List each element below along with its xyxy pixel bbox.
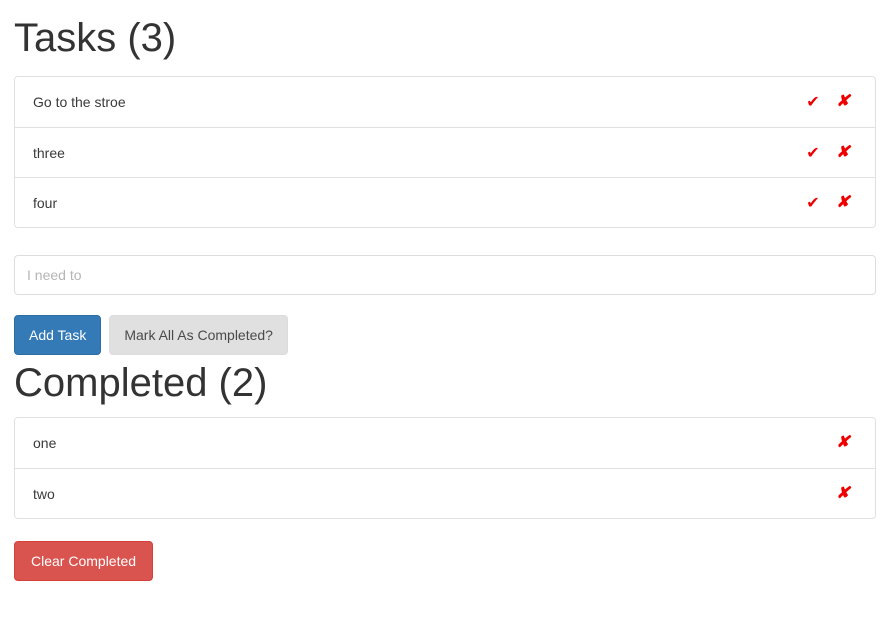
check-icon[interactable]: ✔ [805, 92, 821, 112]
clear-completed-button[interactable]: Clear Completed [14, 541, 154, 581]
tasks-list: Go to the stroe ✔ ✘ three ✔ ✘ four ✔ ✘ [14, 76, 876, 228]
x-icon[interactable]: ✘ [835, 193, 851, 213]
completed-label: two [33, 486, 55, 501]
task-actions: ✔ ✘ [805, 92, 861, 112]
new-task-input[interactable] [14, 255, 876, 295]
task-row[interactable]: four ✔ ✘ [15, 177, 875, 227]
task-label: four [33, 195, 58, 210]
completed-row[interactable]: two ✘ [15, 468, 875, 518]
check-icon[interactable]: ✔ [805, 143, 821, 163]
task-row[interactable]: Go to the stroe ✔ ✘ [15, 77, 875, 127]
add-task-button[interactable]: Add Task [14, 315, 102, 355]
completed-actions: ✘ [835, 484, 861, 504]
x-icon[interactable]: ✘ [835, 92, 851, 112]
completed-title: Completed (2) [14, 361, 268, 405]
form-button-row: Add Task Mark All As Completed? [14, 315, 876, 355]
completed-list: one ✘ two ✘ [14, 417, 876, 519]
completed-label: one [33, 436, 57, 450]
page-title: Tasks (3) [14, 16, 177, 60]
task-label: three [33, 145, 65, 160]
check-icon[interactable]: ✔ [805, 193, 821, 213]
completed-row[interactable]: one ✘ [15, 418, 875, 468]
task-actions: ✔ ✘ [805, 143, 861, 163]
completed-actions: ✘ [835, 433, 861, 453]
x-icon[interactable]: ✘ [835, 143, 851, 163]
task-actions: ✔ ✘ [805, 193, 861, 213]
task-label: Go to the stroe [33, 95, 126, 109]
todo-app: Tasks (3) Go to the stroe ✔ ✘ three ✔ ✘ … [0, 0, 890, 636]
x-icon[interactable]: ✘ [835, 433, 851, 453]
task-row[interactable]: three ✔ ✘ [15, 127, 875, 177]
mark-all-completed-button[interactable]: Mark All As Completed? [109, 315, 288, 355]
x-icon[interactable]: ✘ [835, 484, 851, 504]
